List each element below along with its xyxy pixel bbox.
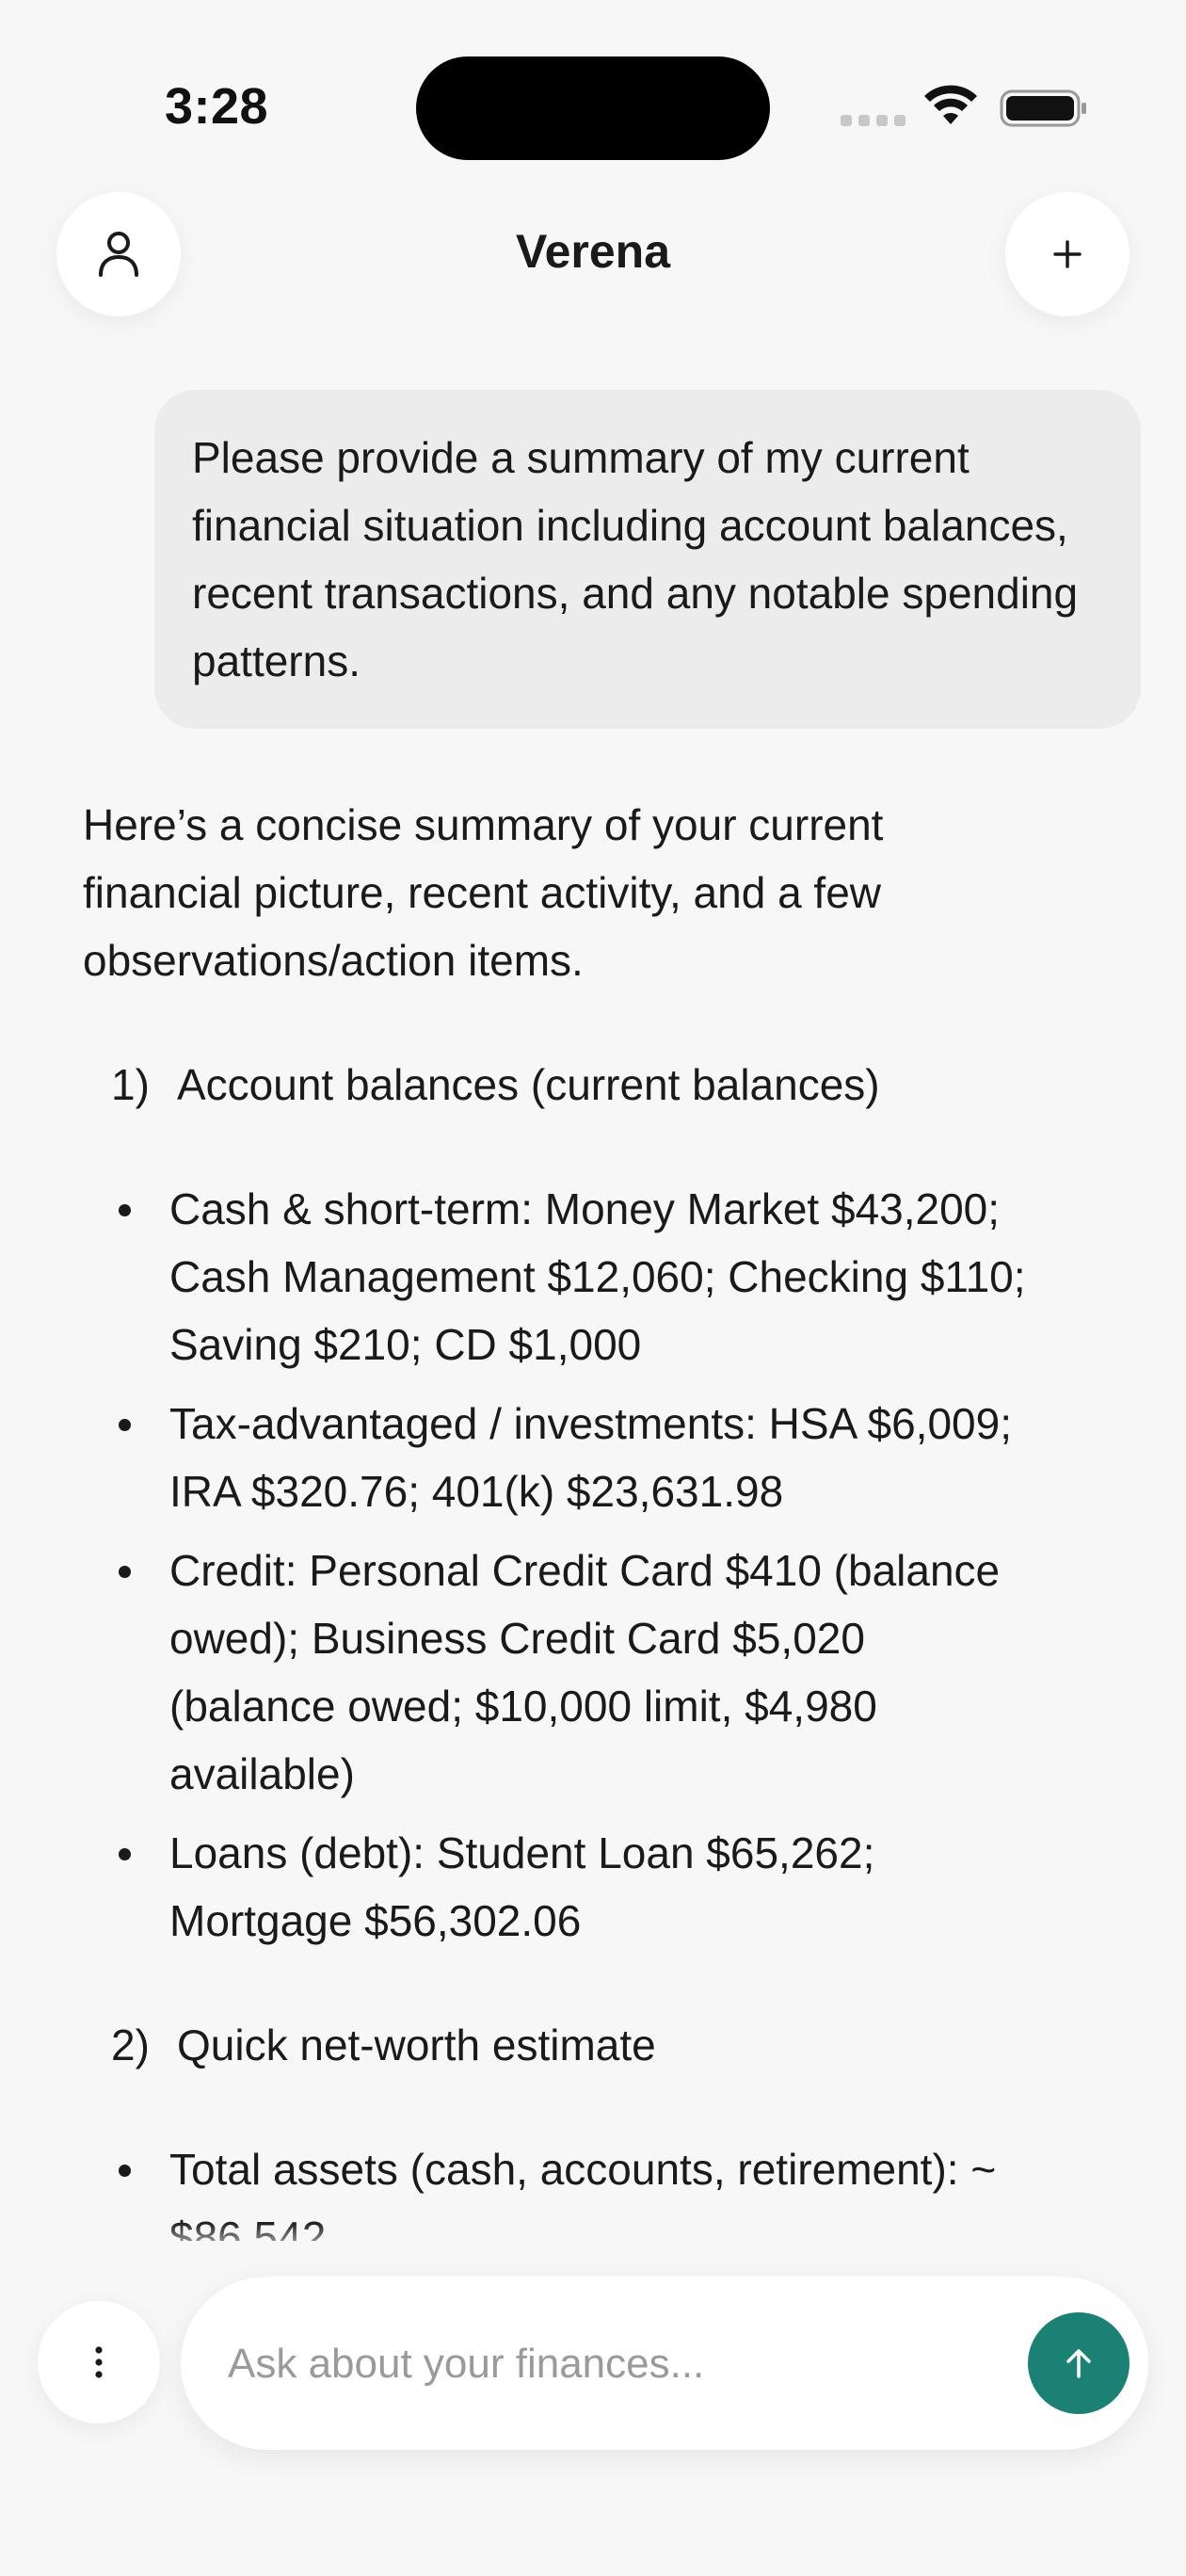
- section-title: Account balances (current balances): [177, 1060, 880, 1109]
- conversation-thread[interactable]: Please provide a summary of my current f…: [0, 358, 1186, 2241]
- list-item: Loans (debt): Student Loan $65,262; Mort…: [83, 1819, 1043, 1955]
- section-number: 2): [111, 2021, 150, 2069]
- section-number: 1): [111, 1060, 150, 1109]
- message-composer: [181, 2277, 1148, 2450]
- new-chat-button[interactable]: [1005, 192, 1130, 316]
- scroll-fade: [0, 2222, 1186, 2260]
- list-item: Tax-advantaged / investments: HSA $6,009…: [83, 1390, 1043, 1525]
- section-heading: 2) Quick net-worth estimate: [111, 2011, 1043, 2079]
- battery-icon: [1000, 89, 1086, 127]
- arrow-up-icon: [1066, 2349, 1091, 2378]
- list-item: Credit: Personal Credit Card $410 (balan…: [83, 1537, 1043, 1808]
- status-time: 3:28: [165, 78, 269, 135]
- send-button[interactable]: [1028, 2312, 1130, 2414]
- status-bar: 3:28: [0, 0, 1186, 188]
- bullet-list: Cash & short-term: Money Market $43,200;…: [83, 1175, 1043, 1955]
- list-item: Cash & short-term: Money Market $43,200;…: [83, 1175, 1043, 1378]
- more-vertical-icon: [95, 2346, 103, 2378]
- more-options-button[interactable]: [38, 2301, 160, 2423]
- user-message: Please provide a summary of my current f…: [154, 390, 1141, 729]
- plus-icon: [1053, 240, 1082, 268]
- assistant-intro: Here’s a concise summary of your current…: [83, 800, 884, 985]
- dynamic-island: [416, 56, 770, 160]
- assistant-message: Here’s a concise summary of your current…: [83, 791, 1043, 2241]
- cellular-signal-icon: [841, 115, 906, 126]
- wifi-icon: [924, 85, 977, 124]
- section-title: Quick net-worth estimate: [177, 2021, 656, 2069]
- message-input[interactable]: [226, 2320, 983, 2408]
- section-heading: 1) Account balances (current balances): [111, 1051, 1043, 1119]
